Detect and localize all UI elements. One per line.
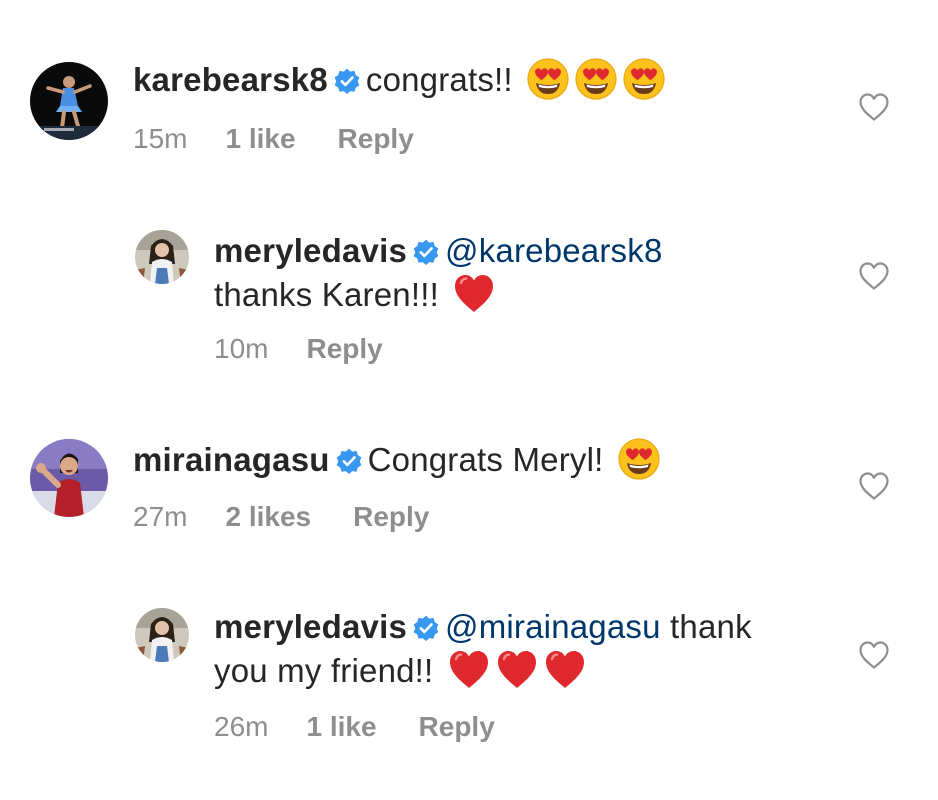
red-heart-emoji [447, 648, 491, 692]
comment-body: karebearsk8 congrats!! [133, 57, 666, 101]
comment-username[interactable]: mirainagasu [133, 441, 330, 478]
reply-button[interactable]: Reply [338, 122, 414, 156]
comment-reply-item: meryledavis @mirainagasu thank you my fri… [0, 590, 938, 790]
avatar[interactable] [135, 608, 189, 662]
comment-likes[interactable]: 2 likes [225, 500, 311, 534]
comment-text: congrats!! [365, 61, 513, 98]
comment-meta: 26m 1 like Reply [214, 710, 495, 744]
comment-body: meryledavis @mirainagasu thank you my fri… [214, 606, 752, 692]
reply-button[interactable]: Reply [306, 332, 382, 366]
avatar[interactable] [135, 230, 189, 284]
like-heart-icon[interactable] [858, 92, 890, 122]
comment-timestamp: 26m [214, 711, 269, 742]
verified-badge-icon [413, 239, 439, 265]
heart-eyes-emoji [574, 57, 618, 101]
comment-username[interactable]: meryledavis [214, 232, 407, 269]
verified-badge-icon [334, 68, 360, 94]
comment-text: thanks Karen!!! [214, 276, 439, 313]
comment-reply-item: meryledavis @karebearsk8 thanks Karen!!! … [0, 210, 938, 390]
heart-eyes-emoji [617, 437, 661, 481]
comment-meta: 15m 1 like Reply [133, 122, 414, 156]
comment-timestamp: 15m [133, 123, 188, 154]
comment-meta: 10m Reply [214, 332, 383, 366]
comment-username[interactable]: meryledavis [214, 608, 407, 645]
mention-link[interactable]: @karebearsk8 [445, 232, 663, 269]
comment-text: Congrats Meryl! [367, 441, 604, 478]
heart-eyes-emoji [526, 57, 570, 101]
comment-item: mirainagasu Congrats Meryl! 27m 2 likes Rep… [0, 420, 938, 570]
like-heart-icon[interactable] [858, 471, 890, 501]
comment-text: thank [670, 608, 752, 645]
reply-button[interactable]: Reply [419, 710, 495, 744]
comment-body: meryledavis @karebearsk8 thanks Karen!!! [214, 230, 663, 316]
comment-item: karebearsk8 congrats!! 15m 1 like Reply [0, 0, 938, 180]
like-heart-icon[interactable] [858, 640, 890, 670]
red-heart-emoji [543, 648, 587, 692]
avatar[interactable] [30, 62, 108, 140]
heart-eyes-emoji [622, 57, 666, 101]
reply-button[interactable]: Reply [353, 500, 429, 534]
comment-likes[interactable]: 1 like [306, 710, 376, 744]
comment-text: you my friend!! [214, 652, 434, 689]
comment-timestamp: 10m [214, 333, 269, 364]
avatar[interactable] [30, 439, 108, 517]
comment-meta: 27m 2 likes Reply [133, 500, 429, 534]
comment-username[interactable]: karebearsk8 [133, 61, 328, 98]
comment-timestamp: 27m [133, 501, 188, 532]
like-heart-icon[interactable] [858, 261, 890, 291]
red-heart-emoji [495, 648, 539, 692]
red-heart-emoji [452, 272, 496, 316]
mention-link[interactable]: @mirainagasu [445, 608, 661, 645]
comment-likes[interactable]: 1 like [225, 122, 295, 156]
verified-badge-icon [336, 448, 362, 474]
verified-badge-icon [413, 615, 439, 641]
comment-body: mirainagasu Congrats Meryl! [133, 437, 661, 481]
